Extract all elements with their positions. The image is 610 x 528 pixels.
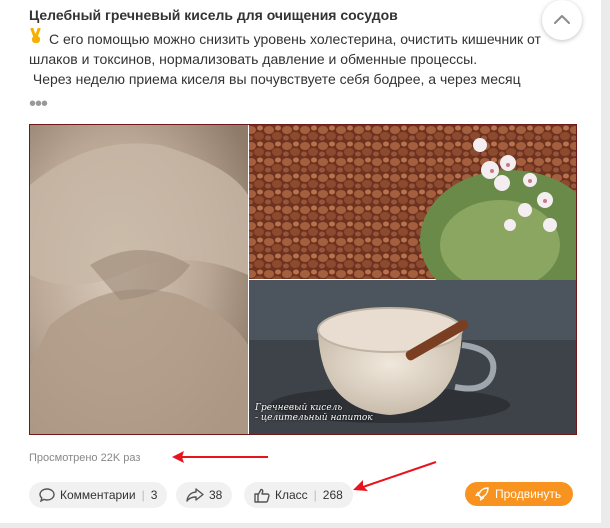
comments-button[interactable]: Комментарии | 3 xyxy=(29,482,168,508)
post-text: С его помощью можно снизить уровень холе… xyxy=(29,27,564,89)
views-count: Просмотрено 22K раз xyxy=(29,452,141,464)
annotation-arrow xyxy=(353,461,437,491)
victory-hand-icon xyxy=(29,27,45,49)
post-card: Целебный гречневый кисель для очищения с… xyxy=(0,0,601,523)
reshare-icon xyxy=(186,488,204,502)
post-image[interactable]: Гречневый кисель - целительный напиток xyxy=(29,124,577,435)
separator: | xyxy=(313,488,317,502)
post-paragraph-1-text: С его помощью можно снизить уровень холе… xyxy=(29,31,541,67)
post-paragraph-2-text: Через неделю приема киселя вы почувствуе… xyxy=(32,71,521,87)
thumbs-up-icon xyxy=(254,488,270,503)
reshare-count: 38 xyxy=(209,488,223,502)
promote-button[interactable]: Продвинуть xyxy=(465,482,574,506)
separator: | xyxy=(141,488,145,502)
annotation-arrow xyxy=(172,451,268,463)
comment-icon xyxy=(39,488,55,502)
promote-label: Продвинуть xyxy=(495,487,562,501)
comments-count: 3 xyxy=(150,488,158,502)
chevron-up-icon xyxy=(554,15,570,24)
like-count: 268 xyxy=(322,488,343,502)
more-button[interactable]: ••• xyxy=(29,94,48,114)
post-image-illustration xyxy=(30,125,576,434)
image-caption: Гречневый кисель - целительный напиток xyxy=(255,403,373,423)
comments-label: Комментарии xyxy=(60,488,136,502)
rocket-icon xyxy=(475,487,489,501)
image-caption-line-1: Гречневый кисель xyxy=(255,403,343,413)
like-button[interactable]: Класс | 268 xyxy=(244,482,353,508)
post-paragraph-1: С его помощью можно снизить уровень холе… xyxy=(29,27,564,69)
like-label: Класс xyxy=(275,488,308,502)
image-caption-line-2: - целительный напиток xyxy=(255,413,373,423)
reshare-button[interactable]: 38 xyxy=(176,482,233,508)
post-title[interactable]: Целебный гречневый кисель для очищения с… xyxy=(29,6,509,24)
post-paragraph-2: Через неделю приема киселя вы почувствуе… xyxy=(29,69,564,89)
collapse-button[interactable] xyxy=(542,0,582,40)
